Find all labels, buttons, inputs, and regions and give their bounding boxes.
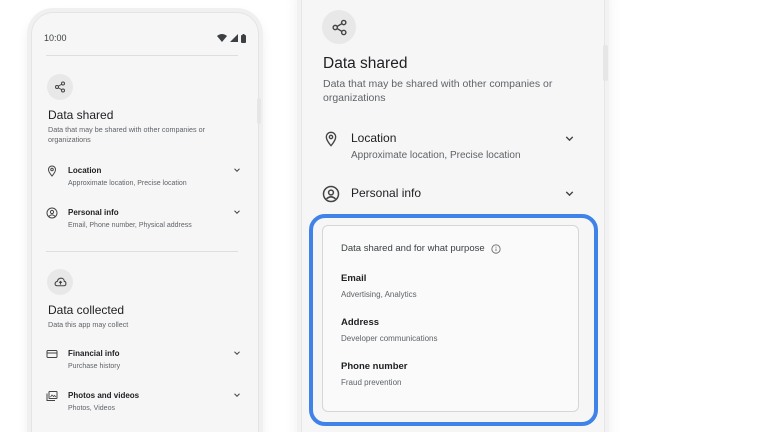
status-icons — [217, 33, 246, 43]
data-shared-item-location[interactable]: Location Approximate location, Precise l… — [46, 165, 242, 195]
location-pin-icon — [47, 165, 57, 177]
status-time: 10:00 — [44, 33, 67, 43]
phone-side-button — [257, 98, 261, 124]
item-label: Location — [68, 166, 102, 175]
chevron-down-icon[interactable] — [232, 390, 242, 400]
highlight-outline — [309, 214, 598, 426]
account-circle-icon — [322, 185, 340, 203]
phone-side-button — [603, 45, 608, 81]
item-label: Location — [351, 131, 397, 145]
data-shared-subtitle: Data that may be shared with other compa… — [323, 78, 553, 104]
item-label: Personal info — [351, 186, 422, 200]
battery-icon — [241, 33, 246, 43]
location-pin-icon — [325, 131, 337, 147]
item-detail: Approximate location, Precise location — [68, 180, 187, 187]
status-bar: 10:00 — [44, 31, 246, 45]
data-shared-item-personal-info[interactable]: Personal info Email, Phone number, Physi… — [46, 207, 242, 237]
item-label: Personal info — [68, 208, 119, 217]
wifi-icon — [217, 34, 227, 42]
phone-mockup-small: 10:00 Data shared Data that may be share… — [31, 12, 259, 432]
data-shared-title: Data shared — [48, 108, 114, 122]
share-icon — [47, 74, 73, 100]
item-label: Financial info — [68, 349, 120, 358]
item-detail: Photos, Videos — [68, 405, 115, 412]
chevron-down-icon[interactable] — [232, 207, 242, 217]
item-detail: Purchase history — [68, 363, 121, 370]
data-collected-title: Data collected — [48, 303, 125, 317]
credit-card-icon — [46, 350, 58, 358]
divider — [46, 55, 238, 56]
photo-library-icon — [46, 391, 58, 401]
share-icon — [322, 10, 356, 44]
item-detail: Email, Phone number, Physical address — [68, 222, 192, 229]
chevron-down-icon[interactable] — [232, 165, 242, 175]
data-shared-subtitle: Data that may be shared with other compa… — [48, 125, 206, 144]
data-shared-item-location[interactable]: Location Approximate location, Precise l… — [323, 131, 576, 167]
item-label: Photos and videos — [68, 391, 140, 400]
item-detail: Approximate location, Precise location — [351, 150, 521, 161]
data-collected-item-financial-info[interactable]: Financial info Purchase history — [46, 348, 242, 378]
cloud-upload-icon — [47, 269, 73, 295]
account-circle-icon — [46, 207, 58, 219]
chevron-down-icon[interactable] — [563, 132, 576, 145]
data-shared-title: Data shared — [323, 55, 408, 72]
signal-icon — [230, 34, 238, 42]
divider — [46, 251, 238, 252]
data-collected-subtitle: Data this app may collect — [48, 320, 129, 329]
chevron-down-icon[interactable] — [563, 187, 576, 200]
data-shared-item-personal-info[interactable]: Personal info — [322, 185, 576, 204]
data-collected-item-photos-videos[interactable]: Photos and videos Photos, Videos — [46, 390, 242, 420]
chevron-down-icon[interactable] — [232, 348, 242, 358]
